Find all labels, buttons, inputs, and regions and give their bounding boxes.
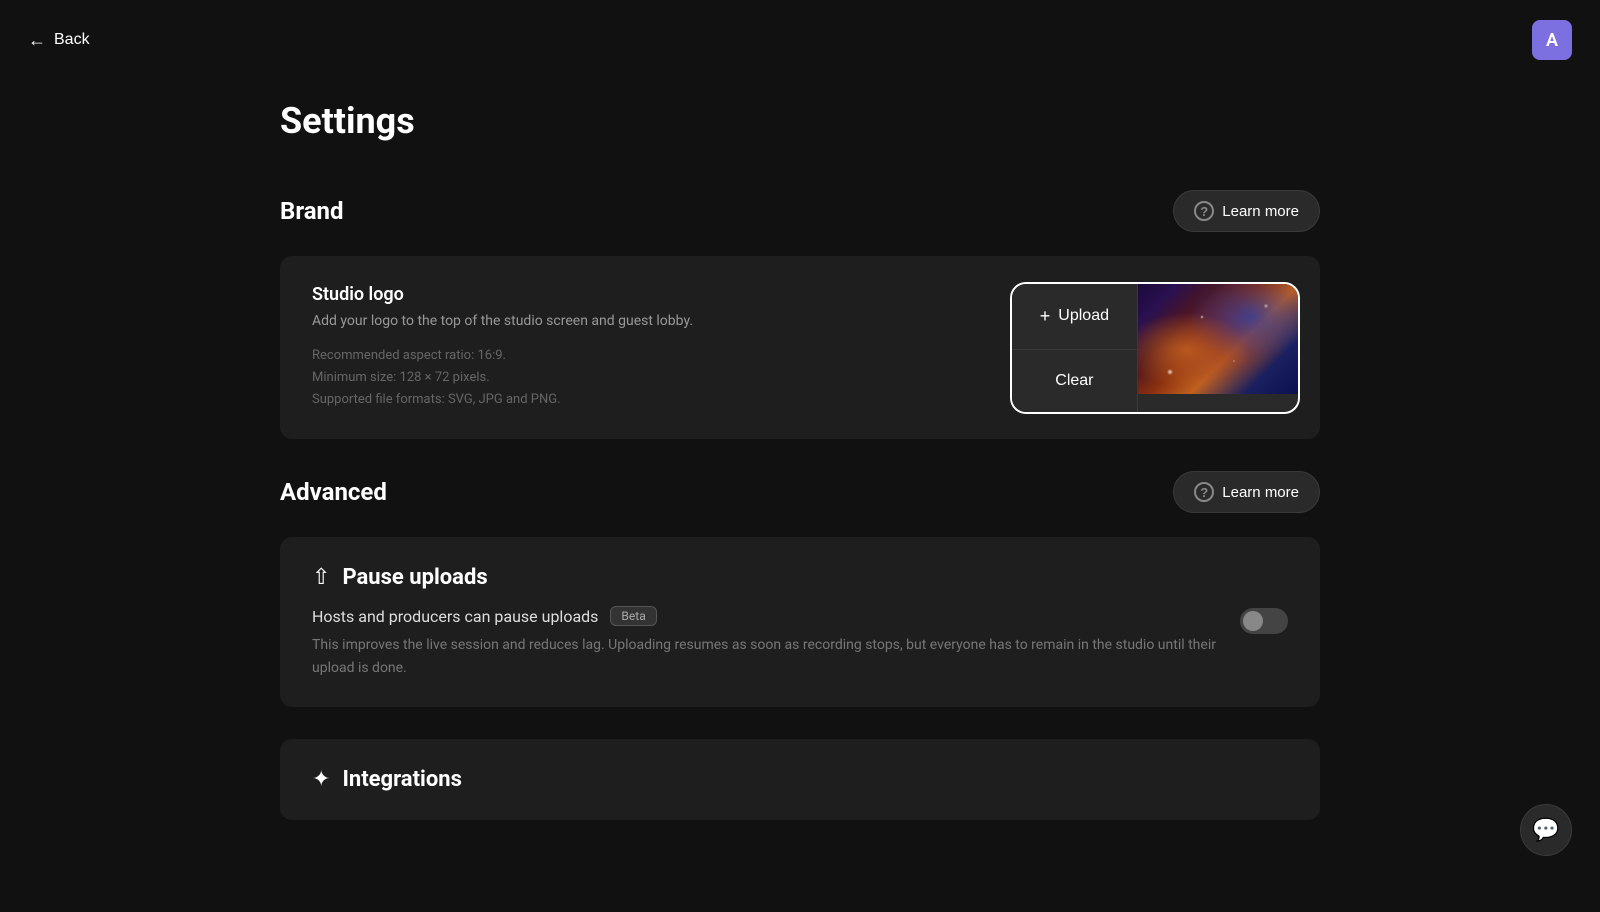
question-icon-advanced: ? xyxy=(1194,482,1214,502)
pause-uploads-card: ⇧ Pause uploads Hosts and producers can … xyxy=(280,537,1320,707)
logo-preview xyxy=(1138,284,1298,394)
pause-card-header: ⇧ Pause uploads xyxy=(312,565,1288,590)
beta-badge: Beta xyxy=(610,606,656,626)
clear-label: Clear xyxy=(1055,372,1093,390)
brand-learn-more-button[interactable]: ? Learn more xyxy=(1173,190,1320,232)
question-icon: ? xyxy=(1194,201,1214,221)
toggle-container[interactable] xyxy=(1240,608,1288,634)
pause-description: This improves the live session and reduc… xyxy=(312,634,1220,679)
upload-label: Upload xyxy=(1058,307,1109,325)
brand-section-title: Brand xyxy=(280,197,344,225)
brand-learn-more-label: Learn more xyxy=(1222,203,1299,220)
advanced-section-title: Advanced xyxy=(280,478,387,506)
pause-info: Hosts and producers can pause uploads Be… xyxy=(312,606,1220,679)
pause-label-row: Hosts and producers can pause uploads Be… xyxy=(312,606,1220,626)
integrations-card: ✦ Integrations xyxy=(280,739,1320,820)
advanced-learn-more-button[interactable]: ? Learn more xyxy=(1173,471,1320,513)
main-content: Settings Brand ? Learn more Studio logo … xyxy=(0,0,1600,912)
meta-line1: Recommended aspect ratio: 16:9. xyxy=(312,348,506,363)
clear-button[interactable]: Clear xyxy=(1012,350,1138,412)
brand-card-left: Studio logo Add your logo to the top of … xyxy=(280,256,940,439)
integrations-header: ✦ Integrations xyxy=(312,767,1288,792)
advanced-section-header: Advanced ? Learn more xyxy=(280,471,1320,513)
chat-icon: 💬 xyxy=(1532,818,1559,843)
meta-line3: Supported file formats: SVG, JPG and PNG… xyxy=(312,392,561,407)
pause-row: Hosts and producers can pause uploads Be… xyxy=(312,606,1288,679)
integrations-title: Integrations xyxy=(342,767,461,792)
upload-area: + Upload Clear xyxy=(940,256,1320,439)
brand-section-header: Brand ? Learn more xyxy=(280,190,1320,232)
advanced-learn-more-label: Learn more xyxy=(1222,484,1299,501)
pause-toggle-label: Hosts and producers can pause uploads xyxy=(312,607,598,626)
back-label: Back xyxy=(54,31,90,49)
plus-icon: + xyxy=(1040,306,1051,327)
studio-logo-label: Studio logo xyxy=(312,284,908,305)
puzzle-icon: ✦ xyxy=(312,767,330,792)
top-bar: ← Back A xyxy=(0,0,1600,80)
chat-fab-button[interactable]: 💬 xyxy=(1520,804,1572,856)
pause-uploads-title: Pause uploads xyxy=(342,565,487,590)
toggle-knob xyxy=(1243,611,1263,631)
upload-buttons: + Upload Clear xyxy=(1012,284,1138,412)
pause-uploads-toggle[interactable] xyxy=(1240,608,1288,634)
studio-logo-meta: Recommended aspect ratio: 16:9. Minimum … xyxy=(312,345,908,411)
studio-logo-description: Add your logo to the top of the studio s… xyxy=(312,313,908,329)
brand-card: Studio logo Add your logo to the top of … xyxy=(280,256,1320,439)
back-button[interactable]: ← Back xyxy=(28,30,90,51)
meta-line2: Minimum size: 128 × 72 pixels. xyxy=(312,370,490,385)
advanced-section: Advanced ? Learn more ⇧ Pause uploads Ho… xyxy=(280,471,1320,820)
page-title: Settings xyxy=(280,100,1320,142)
upload-button[interactable]: + Upload xyxy=(1012,284,1138,350)
upload-popup: + Upload Clear xyxy=(1010,282,1300,414)
upload-arrow-icon: ⇧ xyxy=(312,565,330,590)
avatar[interactable]: A xyxy=(1532,20,1572,60)
back-arrow-icon: ← xyxy=(28,30,46,51)
